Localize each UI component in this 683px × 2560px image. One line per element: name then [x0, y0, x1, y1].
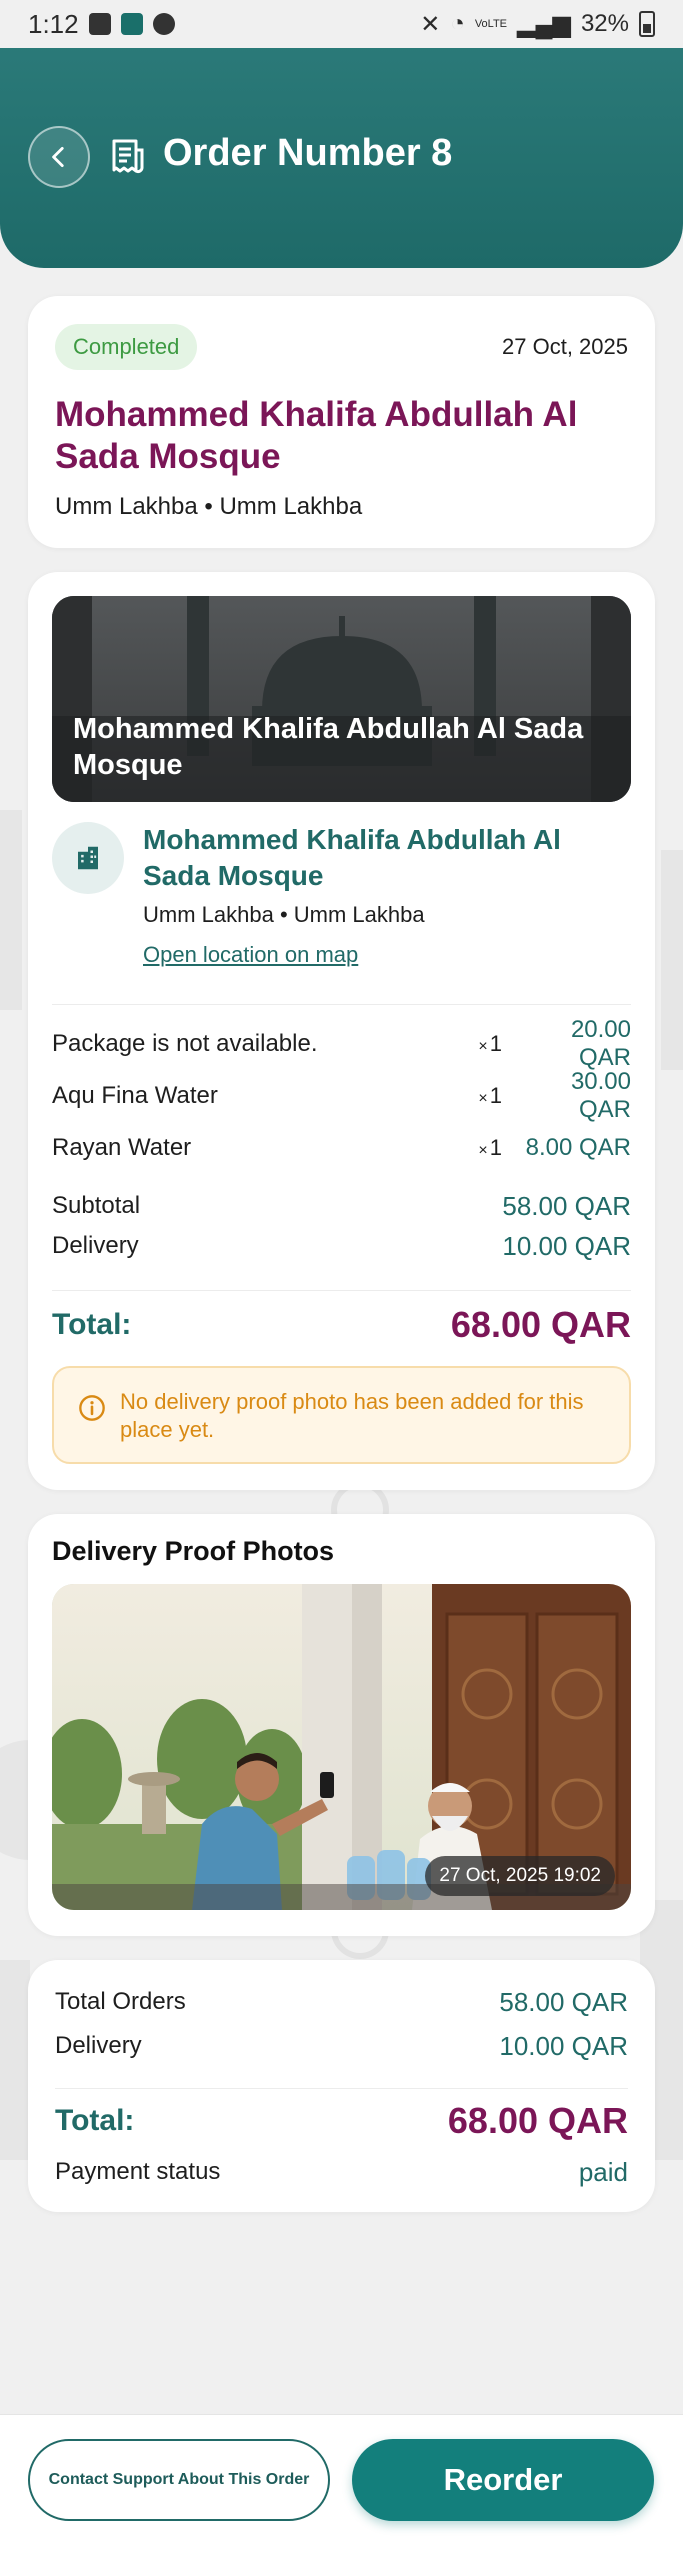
item-name: Aqu Fina Water [52, 1082, 218, 1109]
status-badge: Completed [55, 324, 198, 370]
gallery-icon [88, 13, 111, 35]
building-icon [78, 846, 98, 870]
photo-timestamp: 27 Oct, 2025 19:02 [425, 1856, 615, 1896]
delivery-label: Delivery [52, 1232, 139, 1259]
page-header: Order Number 8 [0, 42, 683, 268]
subtotal-label: Subtotal [52, 1192, 141, 1219]
contact-support-button[interactable]: Contact Support About This Order [28, 2439, 330, 2521]
payment-status-label: Payment status [55, 2158, 221, 2185]
app-icon [120, 13, 143, 35]
item-price: 20.00 QAR [570, 1016, 631, 1071]
item-quantity: ×1 [478, 1031, 502, 1056]
place-card: Mohammed Khalifa Abdullah Al Sada Mosque… [28, 572, 655, 1490]
delivery-proof-photo[interactable]: 27 Oct, 2025 19:02 [52, 1584, 631, 1910]
no-proof-notice: No delivery proof photo has been added f… [52, 1366, 631, 1464]
payment-status-row: Payment status paid [55, 2152, 628, 2192]
order-date: 27 Oct, 2025 [502, 334, 628, 359]
subtotal-row: Subtotal 58.00 QAR [52, 1186, 631, 1226]
grand-total-value: 68.00 QAR [447, 2100, 628, 2141]
subtotal-value: 58.00 QAR [502, 1190, 631, 1221]
order-item-row: Package is not available. ×1 20.00 QAR [52, 1016, 631, 1071]
total-row: Total: 68.00 QAR [52, 1300, 631, 1350]
mute-icon: ✕ [420, 10, 441, 38]
bottom-action-bar: Contact Support About This Order Reorder [0, 2414, 683, 2560]
item-price: 30.00 QAR [570, 1068, 631, 1123]
order-item-row: Rayan Water ×1 8.00 QAR [52, 1128, 631, 1168]
section-title: Delivery Proof Photos [52, 1536, 335, 1566]
info-icon [79, 1395, 105, 1421]
open-map-link[interactable]: Open location on map [143, 942, 358, 968]
grand-total-label: Total: [55, 2104, 135, 2137]
chat-icon [152, 13, 175, 35]
total-value: 68.00 QAR [450, 1304, 631, 1345]
item-quantity: ×1 [478, 1135, 502, 1160]
item-name: Rayan Water [52, 1134, 192, 1161]
item-name: Package is not available. [52, 1030, 318, 1057]
payment-summary-card: Total Orders 58.00 QAR Delivery 10.00 QA… [28, 1960, 655, 2212]
battery-label: 32% [580, 10, 629, 37]
grand-total-row: Total: 68.00 QAR [55, 2096, 628, 2146]
delivery-value: 10.00 QAR [499, 2030, 628, 2061]
total-orders-row: Total Orders 58.00 QAR [55, 1982, 628, 2022]
receipt-icon [112, 139, 144, 174]
order-item-row: Aqu Fina Water ×1 30.00 QAR [52, 1068, 631, 1123]
order-summary-card: Completed 27 Oct, 2025 Mohammed Khalifa … [28, 296, 655, 548]
reorder-button[interactable]: Reorder [352, 2439, 654, 2521]
mosque-name: Mohammed Khalifa Abdullah Al Sada Mosque [55, 395, 578, 476]
item-price: 8.00 QAR [525, 1134, 631, 1161]
divider [55, 2088, 628, 2089]
delivery-row: Delivery 10.00 QAR [55, 2026, 628, 2066]
divider [52, 1004, 631, 1005]
wifi-icon: ◔ [450, 10, 465, 37]
total-orders-label: Total Orders [55, 1988, 186, 2015]
item-quantity: ×1 [478, 1083, 502, 1108]
battery-icon [639, 11, 655, 37]
payment-status-value: paid [578, 2156, 628, 2187]
building-icon-wrap [52, 822, 124, 894]
signal-icon: ▂▄▆ [517, 10, 571, 38]
total-orders-value: 58.00 QAR [499, 1986, 628, 2017]
notice-text: No delivery proof photo has been added f… [120, 1389, 584, 1442]
mosque-hero-image: Mohammed Khalifa Abdullah Al Sada Mosque [52, 596, 631, 802]
place-name: Mohammed Khalifa Abdullah Al Sada Mosque [143, 824, 561, 891]
chevron-left-icon [52, 146, 64, 168]
clock: 1:12 [28, 8, 79, 39]
divider [52, 1290, 631, 1291]
network-label: VoLTE [474, 18, 508, 30]
place-location: Umm Lakhba • Umm Lakhba [143, 902, 425, 927]
delivery-label: Delivery [55, 2032, 142, 2059]
delivery-row: Delivery 10.00 QAR [52, 1226, 631, 1266]
total-label: Total: [52, 1308, 132, 1341]
status-bar: 1:12 ✕ ◔ VoLTE ▂▄▆ 32% [0, 0, 683, 48]
location-text: Umm Lakhba • Umm Lakhba [55, 493, 363, 520]
hero-title: Mohammed Khalifa Abdullah Al Sada Mosque [73, 713, 584, 781]
back-button[interactable] [28, 126, 90, 188]
delivery-value: 10.00 QAR [502, 1230, 631, 1261]
delivery-proof-card: Delivery Proof Photos 27 Oct, 2025 19:02 [28, 1514, 655, 1936]
page-title: Order Number 8 [163, 132, 453, 174]
